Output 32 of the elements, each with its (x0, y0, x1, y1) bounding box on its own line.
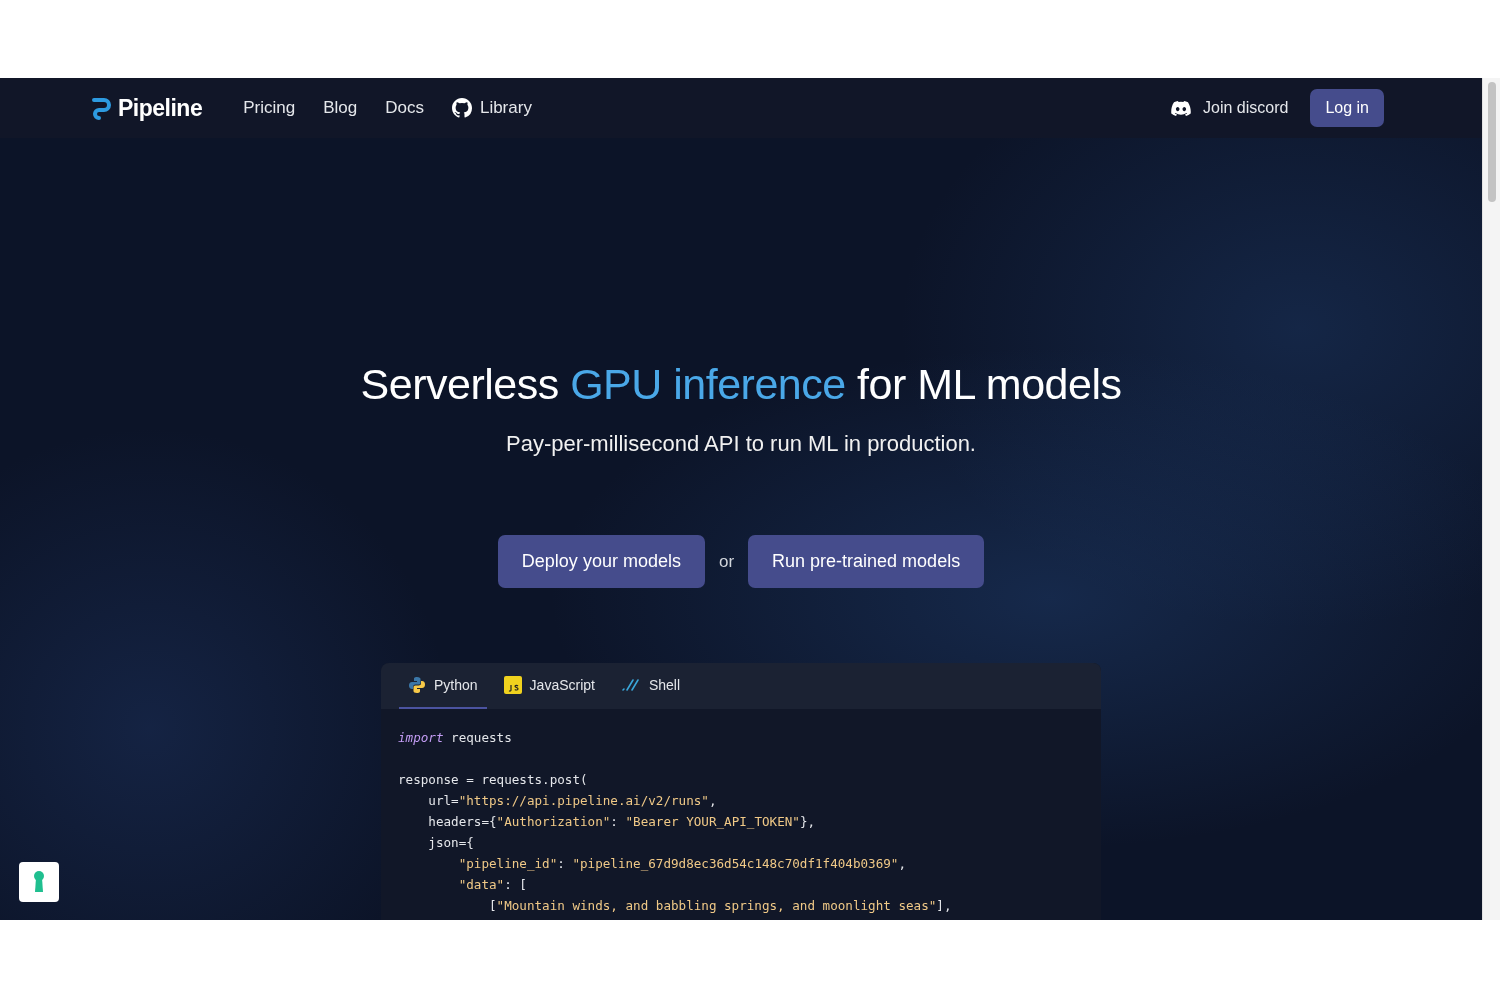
pretrained-models-button[interactable]: Run pre-trained models (748, 535, 985, 588)
nav-link[interactable]: Blog (312, 92, 369, 124)
code-line: import requests (398, 729, 513, 747)
login-button[interactable]: Log in (1310, 89, 1384, 127)
language-tab[interactable]: JavaScript (494, 663, 604, 709)
nav-link[interactable]: Docs (374, 92, 435, 124)
language-tab[interactable]: Shell (611, 663, 690, 709)
code-line: ["Mountain winds, and babbling springs, and moonlight seas"], (488, 897, 953, 915)
nav-link[interactable]: Pricing (232, 92, 307, 124)
slashes-icon (620, 677, 641, 693)
language-tab[interactable]: Python (399, 663, 487, 709)
keyhole-button[interactable] (19, 862, 59, 902)
discord-label: Join discord (1203, 99, 1289, 117)
code-line: json={ (427, 834, 475, 852)
code-line: response = requests.post( (398, 771, 589, 789)
discord-link[interactable]: Join discord (1171, 99, 1289, 117)
deploy-models-button[interactable]: Deploy your models (497, 535, 705, 588)
code-line: url="https://api.pipeline.ai/v2/runs", (427, 792, 718, 810)
python-icon (408, 676, 426, 694)
subtitle: Pay-per-millisecond API to run ML in production. (506, 431, 976, 457)
separator-text: or (718, 551, 735, 572)
code-line: "pipeline_id": "pipeline_67d9d8ec36d54c148c70df1f404b0369", (457, 855, 908, 873)
code-line: headers={"Authorization": "Bearer YOUR_API_TOKEN"}, (427, 813, 817, 831)
nav-link[interactable]: Library (440, 92, 543, 124)
scrollbar[interactable] (1482, 78, 1500, 920)
brand-logo[interactable]: Pipeline (90, 94, 203, 122)
discord-icon (1171, 100, 1192, 116)
github-icon (451, 98, 472, 118)
code-line: "data": [ (457, 876, 528, 894)
headline: Serverless GPU inference for ML models (360, 360, 1122, 409)
keyhole-icon (33, 871, 45, 893)
javascript-icon (503, 676, 522, 694)
